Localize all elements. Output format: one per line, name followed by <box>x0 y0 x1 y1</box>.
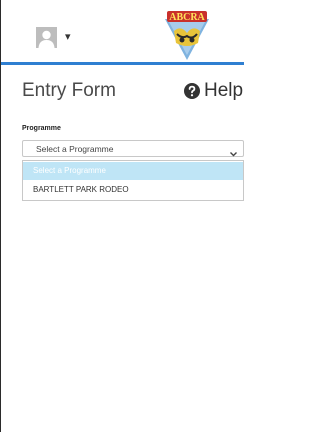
programme-select[interactable]: Select a Programme <box>22 140 244 157</box>
programme-option[interactable]: Select a Programme <box>23 162 243 180</box>
programme-option[interactable]: BARTLETT PARK RODEO <box>23 181 243 199</box>
help-label: Help <box>204 80 244 101</box>
user-menu-button[interactable]: ▾ <box>36 27 76 53</box>
programme-select-value: Select a Programme <box>36 144 114 154</box>
page-title: Entry Form <box>22 80 116 101</box>
programme-dropdown-list: Select a Programme BARTLETT PARK RODEO <box>22 160 244 201</box>
abcra-logo-icon[interactable]: ABCRA <box>157 9 217 61</box>
user-avatar-icon <box>36 27 57 48</box>
chevron-down-icon <box>229 145 238 157</box>
question-circle-icon <box>184 83 200 99</box>
chevron-down-icon: ▾ <box>65 31 71 43</box>
help-link[interactable]: Help <box>184 80 254 102</box>
programme-label: Programme <box>22 125 61 132</box>
logo-text: ABCRA <box>169 12 205 23</box>
header-divider <box>1 62 244 65</box>
top-header: ▾ ABCRA <box>1 0 244 62</box>
